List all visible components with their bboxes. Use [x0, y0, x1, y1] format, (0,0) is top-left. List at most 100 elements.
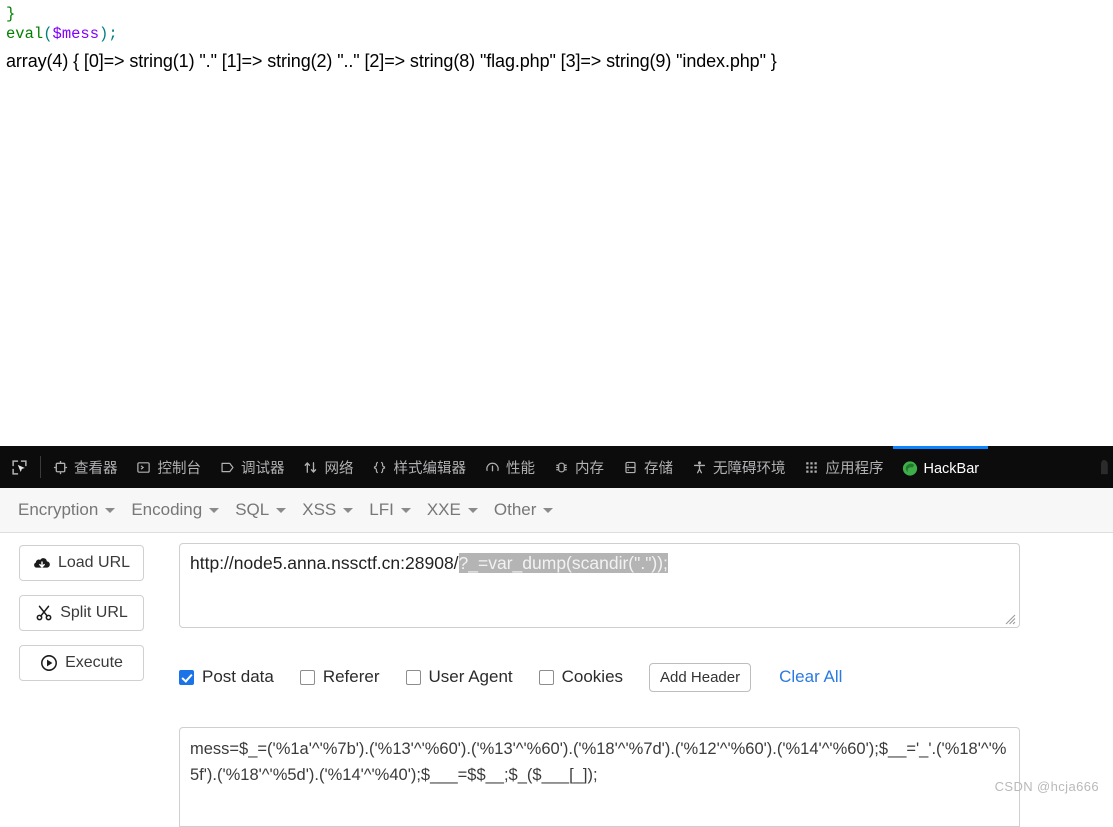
menu-label: XXE	[426, 500, 461, 519]
close-brace-text: }	[6, 5, 16, 23]
chevron-down-icon	[105, 507, 116, 513]
option-label: Post data	[202, 667, 274, 686]
devtools-tab-hackbar[interactable]: HackBar	[892, 446, 989, 488]
network-icon	[303, 459, 319, 475]
paren-close: )	[99, 25, 109, 43]
toolbar-divider	[40, 456, 41, 478]
button-label: Execute	[65, 654, 123, 671]
csdn-watermark: CSDN @hcja666	[994, 779, 1099, 794]
php-code-close-brace: }	[6, 4, 1107, 24]
menu-xxe[interactable]: XXE	[423, 496, 490, 524]
hackbar-menubar: Encryption Encoding SQL XSS LFI XXE Othe…	[0, 488, 1113, 533]
menu-label: Other	[493, 500, 537, 519]
option-user-agent[interactable]: User Agent	[405, 667, 513, 687]
tab-label: 存储	[644, 460, 673, 477]
tab-label: 样式编辑器	[393, 460, 467, 477]
tab-label: HackBar	[923, 460, 980, 477]
tab-label: 性能	[506, 460, 535, 477]
add-header-button[interactable]: Add Header	[649, 662, 752, 692]
tab-label: 应用程序	[825, 460, 884, 477]
hackbar-options-row: Post data Referer User Agent Cookies Add…	[179, 662, 842, 692]
hackbar-firefox-icon	[902, 461, 918, 477]
style-editor-icon	[372, 459, 388, 475]
menu-xss[interactable]: XSS	[298, 496, 365, 524]
play-circle-icon	[40, 654, 58, 672]
php-code-eval-line: eval($mess);	[6, 24, 1107, 44]
console-icon	[136, 459, 152, 475]
option-referer[interactable]: Referer	[299, 667, 380, 687]
menu-label: Encoding	[131, 500, 203, 519]
devtools-tab-style-editor[interactable]: 样式编辑器	[363, 446, 476, 488]
menu-label: LFI	[369, 500, 394, 519]
inspector-icon	[52, 459, 68, 475]
option-label: User Agent	[428, 667, 513, 686]
url-selected-fragment: ?_=var_dump(scandir("."));	[458, 553, 668, 573]
menu-lfi[interactable]: LFI	[365, 496, 423, 524]
url-input[interactable]: http://node5.anna.nssctf.cn:28908/?_=var…	[179, 543, 1020, 628]
devtools-tab-inspector[interactable]: 查看器	[43, 446, 127, 488]
post-data-text: mess=$_=('%1a'^'%7b').('%13'^'%60').('%1…	[190, 740, 1007, 784]
referer-checkbox[interactable]	[299, 669, 315, 685]
hackbar-action-buttons: Load URL Split URL Execute	[19, 545, 144, 681]
tab-label: 查看器	[74, 460, 118, 477]
menu-label: SQL	[235, 500, 270, 519]
accessibility-icon	[691, 459, 707, 475]
application-icon	[804, 459, 820, 475]
eval-keyword: eval	[6, 25, 44, 43]
chevron-down-icon	[467, 507, 478, 513]
devtools-tab-performance[interactable]: 性能	[475, 446, 544, 488]
var-dump-output: array(4) { [0]=> string(1) "." [1]=> str…	[6, 51, 777, 71]
performance-icon	[484, 459, 500, 475]
menu-label: XSS	[302, 500, 337, 519]
devtools-tab-memory[interactable]: 内存	[544, 446, 613, 488]
menu-label: Encryption	[18, 500, 99, 519]
devtools-tab-debugger[interactable]: 调试器	[210, 446, 294, 488]
panel-overflow-icon[interactable]	[1094, 446, 1113, 488]
user-agent-checkbox[interactable]	[405, 669, 421, 685]
button-label: Split URL	[60, 604, 128, 621]
load-url-button[interactable]: Load URL	[19, 545, 144, 581]
option-cookies[interactable]: Cookies	[538, 667, 624, 687]
option-post-data[interactable]: Post data	[179, 667, 274, 687]
url-text: http://node5.anna.nssctf.cn:28908/?_=var…	[190, 552, 1009, 574]
memory-icon	[553, 459, 569, 475]
url-prefix: http://node5.anna.nssctf.cn:28908/	[190, 553, 459, 573]
execute-button[interactable]: Execute	[19, 645, 144, 681]
chevron-down-icon	[343, 507, 354, 513]
menu-other[interactable]: Other	[490, 496, 566, 524]
chevron-down-icon	[543, 507, 554, 513]
resize-grip-icon[interactable]	[1002, 611, 1016, 625]
semicolon: ;	[108, 25, 118, 43]
devtools-tab-storage[interactable]: 存储	[613, 446, 682, 488]
tab-label: 网络	[324, 460, 354, 477]
clear-all-link[interactable]: Clear All	[779, 667, 842, 687]
split-url-button[interactable]: Split URL	[19, 595, 144, 631]
devtools-tab-console[interactable]: 控制台	[127, 446, 211, 488]
menu-encryption[interactable]: Encryption	[14, 496, 127, 524]
button-label: Load URL	[57, 554, 131, 571]
tab-label: 调试器	[241, 460, 285, 477]
debugger-icon	[219, 459, 235, 475]
scissors-icon	[35, 604, 53, 622]
option-label: Cookies	[561, 667, 624, 686]
tab-label: 无障碍环境	[713, 460, 786, 477]
page-output-area: } eval($mess); array(4) { [0]=> string(1…	[0, 0, 1113, 440]
element-picker-icon[interactable]	[0, 446, 38, 488]
option-label: Referer	[322, 667, 380, 686]
storage-icon	[622, 459, 638, 475]
chevron-down-icon	[400, 507, 411, 513]
post-data-input[interactable]: mess=$_=('%1a'^'%7b').('%13'^'%60').('%1…	[179, 727, 1020, 827]
tab-label: 控制台	[157, 460, 202, 477]
chevron-down-icon	[276, 507, 287, 513]
devtools-tab-accessibility[interactable]: 无障碍环境	[682, 446, 795, 488]
paren-open: (	[43, 25, 53, 43]
post-data-checkbox[interactable]	[179, 669, 194, 685]
devtools-toolbar: 查看器 控制台 调试器 网络 样式编辑器 性能 内存 存储 无障碍环境 应用程序…	[0, 446, 1113, 488]
menu-sql[interactable]: SQL	[231, 496, 298, 524]
devtools-tab-network[interactable]: 网络	[294, 446, 363, 488]
tab-label: 内存	[575, 460, 604, 477]
chevron-down-icon	[209, 507, 220, 513]
devtools-tab-application[interactable]: 应用程序	[795, 446, 893, 488]
menu-encoding[interactable]: Encoding	[127, 496, 231, 524]
cookies-checkbox[interactable]	[538, 669, 554, 685]
